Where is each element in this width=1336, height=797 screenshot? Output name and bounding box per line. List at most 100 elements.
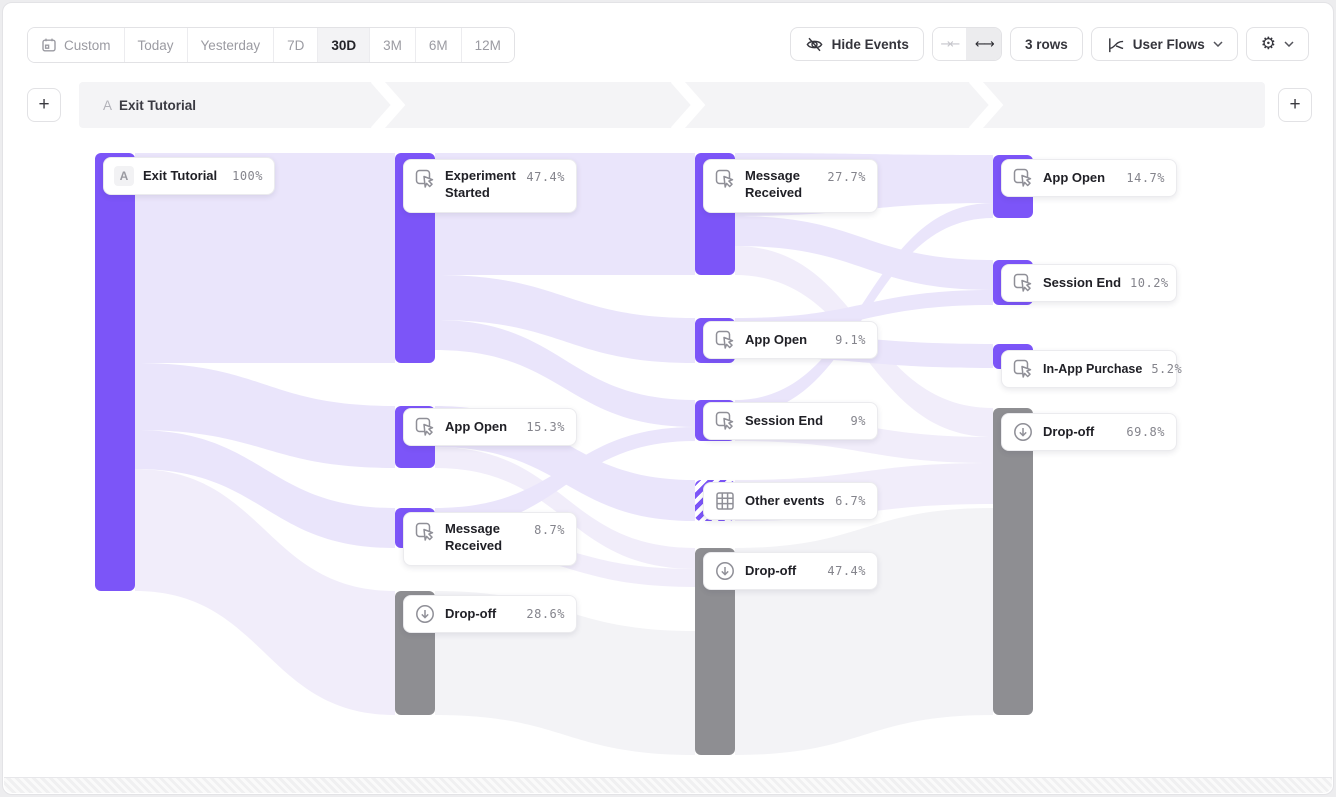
range-custom-button[interactable]: Custom [28, 28, 125, 62]
range-label: 6M [429, 38, 448, 53]
flow-node-experiment-started[interactable]: Experiment Started 47.4% [403, 159, 577, 213]
flow-node-session-end[interactable]: Session End 9% [703, 402, 878, 440]
range-7d-button[interactable]: 7D [274, 28, 318, 62]
view-type-label: User Flows [1133, 37, 1205, 52]
node-label: Session End [745, 413, 823, 430]
node-label: Experiment Started [445, 168, 517, 202]
flow-step-badge: A [103, 98, 112, 113]
node-percentage: 14.7% [1126, 171, 1165, 185]
node-label: Session End [1043, 275, 1121, 292]
node-percentage: 69.8% [1126, 425, 1165, 439]
expand-columns-button[interactable]: ←→ [967, 28, 1001, 60]
flow-node-app-open[interactable]: App Open 14.7% [1001, 159, 1177, 197]
step-header-band[interactable] [79, 82, 1265, 128]
horizontal-scrollbar-track[interactable] [4, 777, 1332, 793]
add-step-left-button[interactable]: + [27, 88, 61, 122]
node-label: Drop-off [1043, 424, 1094, 441]
node-label: Message Received [445, 521, 525, 555]
drop-off-icon [1012, 421, 1034, 443]
collapse-arrows-icon: →← [941, 37, 959, 52]
node-percentage: 8.7% [534, 523, 565, 537]
range-6m-button[interactable]: 6M [416, 28, 462, 62]
node-label: Exit Tutorial [143, 168, 217, 185]
flow-node-in-app-purchase[interactable]: In-App Purchase 5.2% [1001, 350, 1177, 388]
node-percentage: 15.3% [526, 420, 565, 434]
range-label: Yesterday [201, 38, 261, 53]
rows-button[interactable]: 3 rows [1010, 27, 1083, 61]
node-label: App Open [445, 419, 507, 436]
calendar-icon [41, 37, 57, 53]
flow-step-label[interactable]: A Exit Tutorial [103, 82, 196, 128]
view-type-button[interactable]: User Flows [1091, 27, 1238, 61]
spacing-segmented-control: →← ←→ [932, 27, 1002, 61]
node-label: Other events [745, 493, 824, 510]
flow-node-drop-off[interactable]: Drop-off 69.8% [1001, 413, 1177, 451]
node-percentage: 10.2% [1130, 276, 1169, 290]
collapse-columns-button[interactable]: →← [933, 28, 967, 60]
range-3m-button[interactable]: 3M [370, 28, 416, 62]
flow-node-app-open[interactable]: App Open 15.3% [403, 408, 577, 446]
settings-button[interactable]: ⚙ [1246, 27, 1309, 61]
chevron-down-icon [1284, 41, 1294, 47]
flow-node-session-end[interactable]: Session End 10.2% [1001, 264, 1177, 302]
node-bar-exit-tutorial[interactable] [95, 153, 135, 591]
node-percentage: 9% [851, 414, 866, 428]
view-toolbar: Hide Events →← ←→ 3 rows User Flows ⚙ [790, 27, 1309, 61]
flow-node-other-events[interactable]: Other events 6.7% [703, 482, 878, 520]
node-label: Drop-off [745, 563, 796, 580]
flow-node-message-received[interactable]: Message Received 8.7% [403, 512, 577, 566]
node-label: App Open [745, 332, 807, 349]
node-percentage: 100% [232, 169, 263, 183]
flow-ribbon[interactable] [735, 508, 993, 755]
plus-icon: + [1289, 94, 1300, 116]
range-yesterday-button[interactable]: Yesterday [188, 28, 275, 62]
chevron-down-icon [1213, 41, 1223, 47]
node-bar-drop-off-4[interactable] [993, 408, 1033, 715]
range-label: 12M [475, 38, 501, 53]
drop-off-icon [714, 560, 736, 582]
event-icon [714, 410, 736, 432]
event-icon [1012, 272, 1034, 294]
node-percentage: 47.4% [827, 564, 866, 578]
node-label: Drop-off [445, 606, 496, 623]
drop-off-icon [414, 603, 436, 625]
user-flows-screen: Custom Today Yesterday 7D 30D 3M 6M 12M … [0, 0, 1336, 797]
node-label: App Open [1043, 170, 1105, 187]
rows-label: 3 rows [1025, 37, 1068, 52]
eye-off-icon [805, 35, 824, 54]
flow-node-exit-tutorial[interactable]: A Exit Tutorial 100% [103, 157, 275, 195]
flow-node-message-received[interactable]: Message Received 27.7% [703, 159, 878, 213]
event-icon [414, 168, 436, 190]
event-icon [1012, 358, 1034, 380]
node-label: Message Received [745, 168, 818, 202]
user-flows-icon [1106, 35, 1125, 54]
range-12m-button[interactable]: 12M [462, 28, 514, 62]
node-percentage: 47.4% [526, 170, 565, 184]
app-panel: Custom Today Yesterday 7D 30D 3M 6M 12M … [2, 2, 1334, 795]
range-30d-button[interactable]: 30D [318, 28, 370, 62]
add-step-right-button[interactable]: + [1278, 88, 1312, 122]
plus-icon: + [38, 94, 49, 116]
hide-events-label: Hide Events [832, 37, 909, 52]
flow-node-app-open[interactable]: App Open 9.1% [703, 321, 878, 359]
node-percentage: 6.7% [835, 494, 866, 508]
event-icon [714, 168, 736, 190]
date-range-segmented-control: Custom Today Yesterday 7D 30D 3M 6M 12M [27, 27, 515, 63]
range-label: 30D [331, 38, 356, 53]
event-icon [414, 416, 436, 438]
node-percentage: 27.7% [827, 170, 866, 184]
range-label: Today [138, 38, 174, 53]
flow-node-drop-off[interactable]: Drop-off 28.6% [403, 595, 577, 633]
range-today-button[interactable]: Today [125, 28, 188, 62]
node-a-badge: A [114, 166, 134, 186]
range-label: 3M [383, 38, 402, 53]
node-percentage: 5.2% [1151, 362, 1182, 376]
gear-icon: ⚙ [1261, 36, 1276, 53]
range-label: 7D [287, 38, 304, 53]
grid-icon [714, 490, 736, 512]
flow-node-drop-off[interactable]: Drop-off 47.4% [703, 552, 878, 590]
event-icon [1012, 167, 1034, 189]
event-icon [414, 521, 436, 543]
hide-events-button[interactable]: Hide Events [790, 27, 924, 61]
date-range-toolbar: Custom Today Yesterday 7D 30D 3M 6M 12M [27, 27, 515, 63]
